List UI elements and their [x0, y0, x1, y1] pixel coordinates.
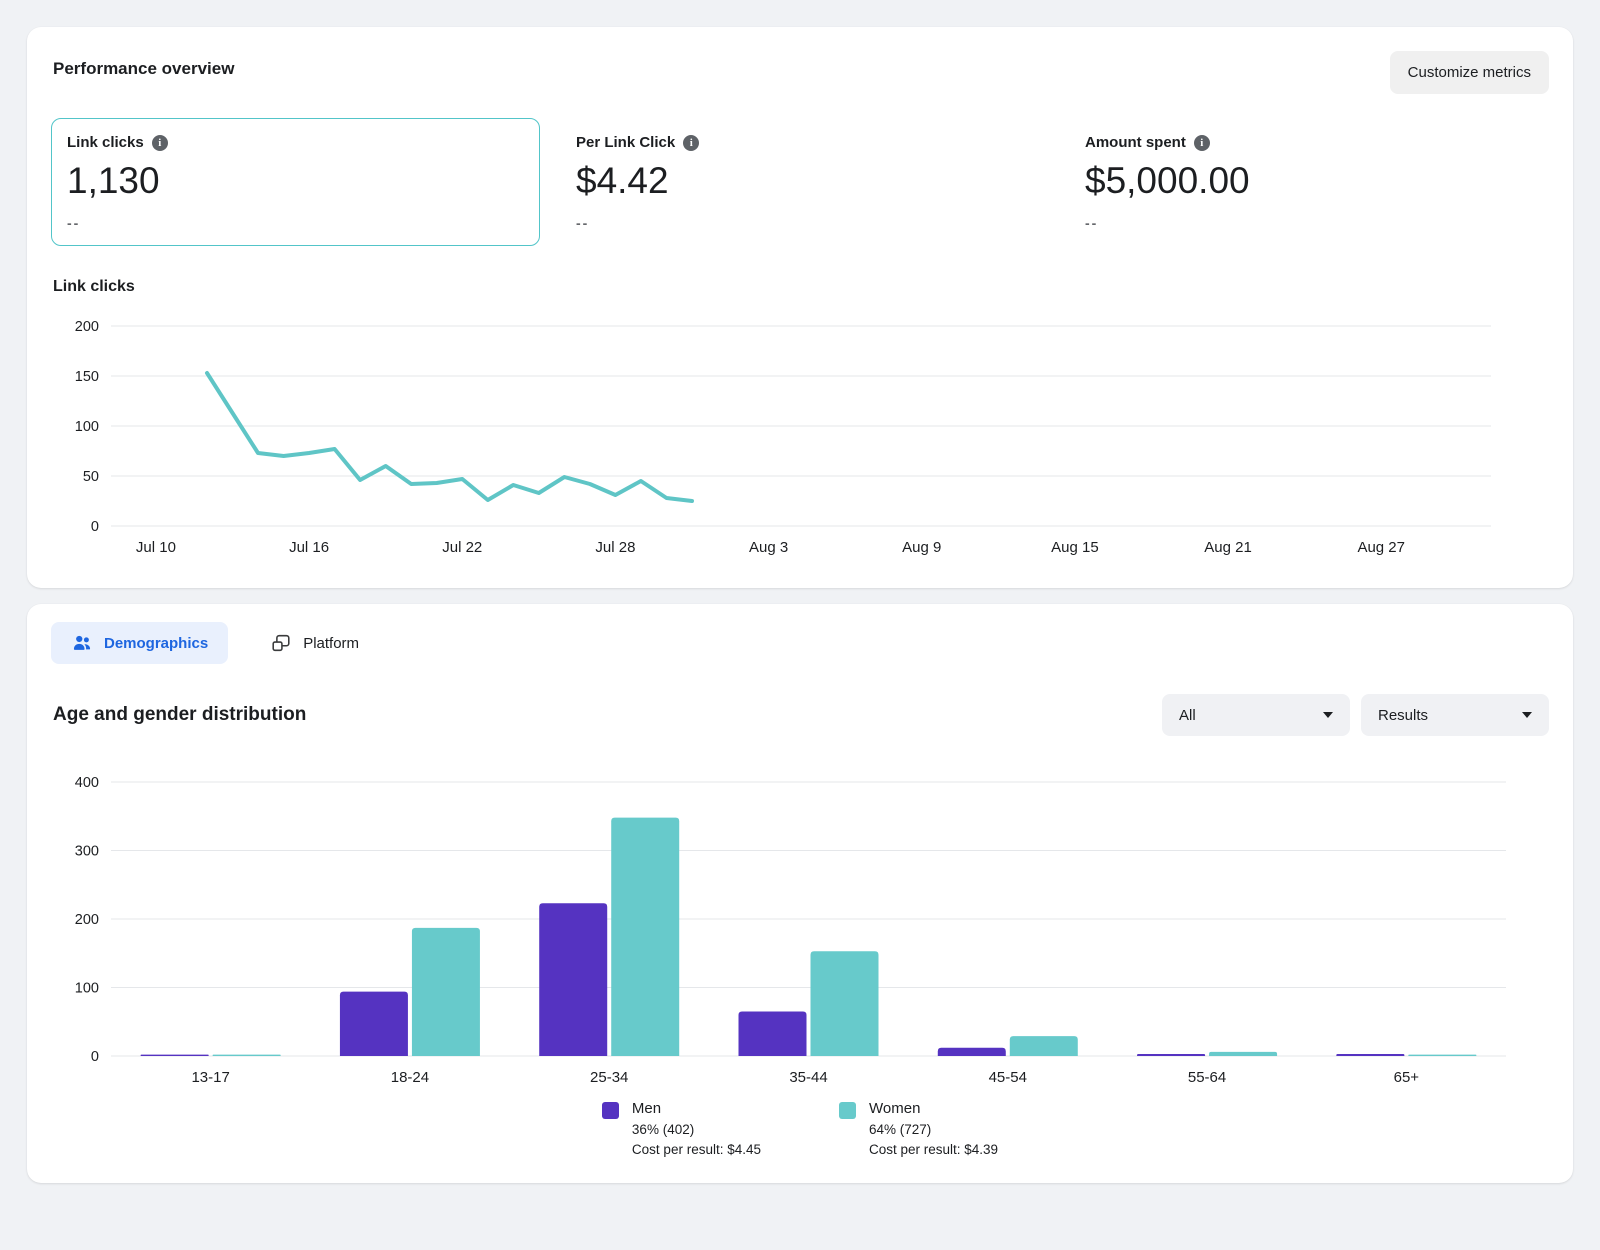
chart-legend: Men 36% (402) Cost per result: $4.45 Wom…	[51, 1100, 1549, 1157]
line-chart-svg: 0 50 100 150 200 Jul 10 Jul 16 Jul 22 Jul 28 Aug …	[51, 306, 1549, 562]
dropdown-value: Results	[1378, 707, 1428, 724]
legend-cost-per-result: Cost per result: $4.39	[869, 1142, 998, 1157]
breakdown-card: Demographics Platform Age and gender dis…	[27, 604, 1573, 1183]
y-axis-tick-label: 0	[91, 519, 99, 535]
x-axis-tick-label: Aug 21	[1204, 539, 1252, 556]
metrics-row: Link clicks i 1,130 -- Per Link Click i …	[51, 118, 1549, 246]
x-axis-category-label: 13-17	[191, 1069, 229, 1086]
men-color-swatch	[602, 1102, 619, 1119]
women-color-swatch	[839, 1102, 856, 1119]
age-gender-bar-chart: 0 100 200 300 400 13-17 18-24 25-34 35-44 45-54 55…	[51, 764, 1549, 1092]
line-chart-title: Link clicks	[53, 278, 1549, 296]
metric-label-text: Link clicks	[67, 134, 144, 151]
x-axis-tick-label: Aug 15	[1051, 539, 1099, 556]
bar-men-25-34	[539, 903, 607, 1056]
dropdown-value: All	[1179, 707, 1196, 724]
y-axis-tick-label: 100	[75, 419, 99, 435]
bar-women-13-17	[213, 1055, 281, 1056]
chevron-down-icon	[1323, 712, 1333, 718]
metric-label: Link clicks i	[67, 134, 524, 151]
x-axis-category-label: 65+	[1394, 1069, 1420, 1086]
legend-cost-per-result: Cost per result: $4.45	[632, 1142, 761, 1157]
legend-item-men: Men 36% (402) Cost per result: $4.45	[602, 1100, 761, 1157]
x-axis-tick-label: Jul 10	[136, 539, 176, 556]
bar-women-18-24	[412, 928, 480, 1056]
x-axis-category-label: 18-24	[391, 1069, 429, 1086]
link-clicks-series-line	[207, 373, 692, 501]
x-axis-category-label: 35-44	[789, 1069, 827, 1086]
overview-header: Performance overview Customize metrics	[51, 51, 1549, 94]
metric-label-text: Amount spent	[1085, 134, 1186, 151]
performance-overview-card: Performance overview Customize metrics L…	[27, 27, 1573, 588]
metric-label: Amount spent i	[1085, 134, 1542, 151]
age-gender-title: Age and gender distribution	[53, 704, 306, 726]
x-axis-category-label: 45-54	[989, 1069, 1027, 1086]
legend-share: 64% (727)	[869, 1122, 998, 1137]
bar-women-25-34	[611, 818, 679, 1056]
info-icon[interactable]: i	[683, 135, 699, 151]
y-axis-tick-label: 150	[75, 369, 99, 385]
x-axis-tick-label: Jul 22	[442, 539, 482, 556]
y-axis-tick-label: 200	[75, 319, 99, 335]
filter-dropdowns: All Results	[1162, 694, 1549, 736]
metric-card-link-clicks[interactable]: Link clicks i 1,130 --	[51, 118, 540, 246]
metric-value: $5,000.00	[1085, 160, 1542, 202]
metric-label: Per Link Click i	[576, 134, 1033, 151]
y-axis-tick-label: 300	[75, 844, 99, 860]
metric-delta: --	[1085, 215, 1542, 231]
tab-platform[interactable]: Platform	[250, 622, 379, 664]
breakdown-tabs: Demographics Platform	[51, 622, 1549, 664]
legend-share: 36% (402)	[632, 1122, 761, 1137]
section-header: Age and gender distribution All Results	[51, 694, 1549, 736]
tab-demographics[interactable]: Demographics	[51, 622, 228, 664]
bar-women-45-54	[1010, 1036, 1078, 1056]
bar-men-45-54	[938, 1048, 1006, 1056]
x-axis-category-label: 55-64	[1188, 1069, 1226, 1086]
bar-men-13-17	[141, 1055, 209, 1056]
legend-name: Women	[869, 1100, 998, 1117]
y-axis-tick-label: 200	[75, 912, 99, 928]
x-axis-tick-label: Jul 16	[289, 539, 329, 556]
x-axis-tick-label: Aug 3	[749, 539, 788, 556]
bar-women-35-44	[811, 951, 879, 1056]
metric-value: 1,130	[67, 160, 524, 202]
metric-delta: --	[576, 215, 1033, 231]
metric-filter-dropdown[interactable]: Results	[1361, 694, 1549, 736]
metric-card-amount-spent[interactable]: Amount spent i $5,000.00 --	[1069, 118, 1558, 246]
y-axis-tick-label: 50	[83, 469, 99, 485]
bar-women-65+	[1408, 1055, 1476, 1056]
x-axis-tick-label: Aug 9	[902, 539, 941, 556]
x-axis-tick-label: Jul 28	[595, 539, 635, 556]
bar-men-35-44	[739, 1011, 807, 1056]
metric-label-text: Per Link Click	[576, 134, 675, 151]
info-icon[interactable]: i	[152, 135, 168, 151]
bar-women-55-64	[1209, 1052, 1277, 1056]
bar-men-65+	[1336, 1054, 1404, 1056]
page-title: Performance overview	[53, 59, 234, 79]
legend-name: Men	[632, 1100, 761, 1117]
bar-men-18-24	[340, 992, 408, 1056]
y-axis-tick-label: 100	[75, 981, 99, 997]
x-axis-category-label: 25-34	[590, 1069, 628, 1086]
tab-label: Demographics	[104, 635, 208, 652]
y-axis-tick-label: 0	[91, 1049, 99, 1065]
chevron-down-icon	[1522, 712, 1532, 718]
y-axis-tick-label: 400	[75, 775, 99, 791]
bar-men-55-64	[1137, 1054, 1205, 1056]
legend-item-women: Women 64% (727) Cost per result: $4.39	[839, 1100, 998, 1157]
link-clicks-line-chart: 0 50 100 150 200 Jul 10 Jul 16 Jul 22 Jul 28 Aug …	[51, 306, 1549, 562]
metric-delta: --	[67, 215, 524, 231]
metric-value: $4.42	[576, 160, 1033, 202]
metric-card-per-link-click[interactable]: Per Link Click i $4.42 --	[560, 118, 1049, 246]
customize-metrics-button[interactable]: Customize metrics	[1390, 51, 1549, 94]
info-icon[interactable]: i	[1194, 135, 1210, 151]
people-icon	[71, 632, 93, 654]
tab-label: Platform	[303, 635, 359, 652]
gender-filter-dropdown[interactable]: All	[1162, 694, 1350, 736]
x-axis-tick-label: Aug 27	[1357, 539, 1405, 556]
bar-chart-svg: 0 100 200 300 400 13-17 18-24 25-34 35-44 45-54 55…	[51, 764, 1549, 1092]
platform-icon	[270, 632, 292, 654]
